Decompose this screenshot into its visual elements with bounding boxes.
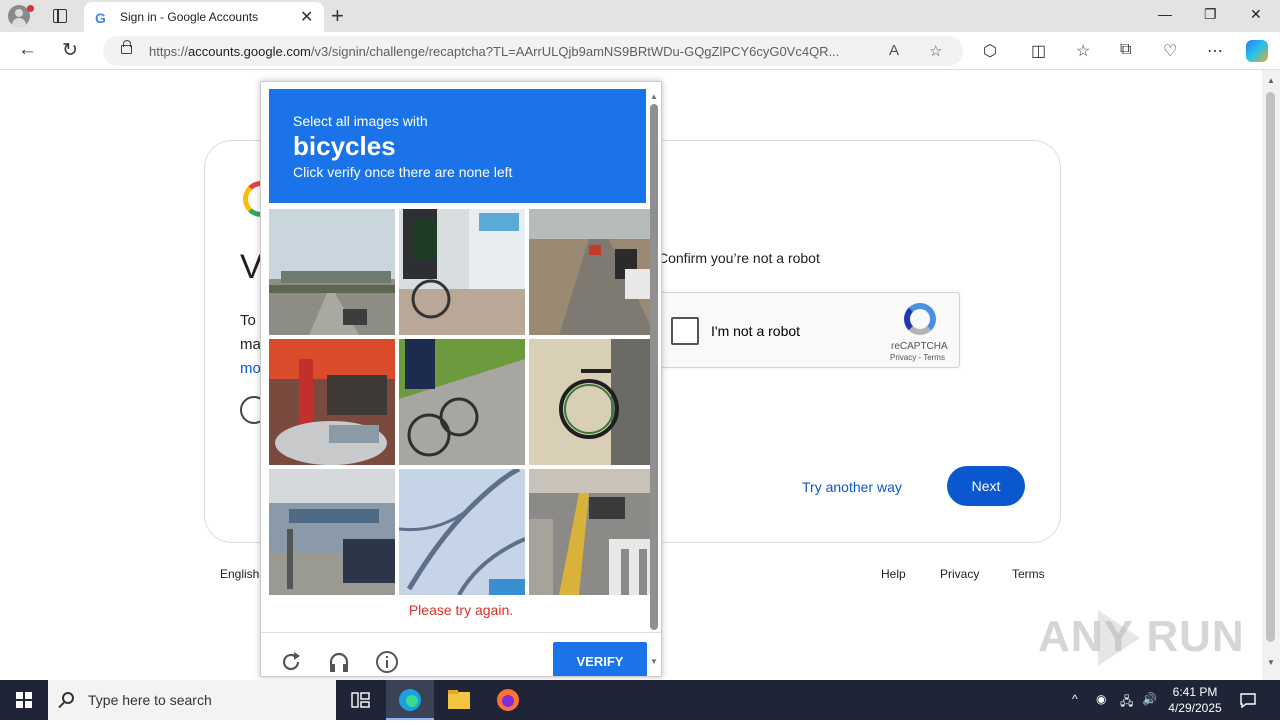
challenge-error-message: Please try again. bbox=[408, 602, 514, 618]
challenge-header: Select all images with bicycles Click ve… bbox=[269, 89, 646, 203]
taskbar: Type here to search ^ ◉ 🖧 🔊 6:41 PM 4/29… bbox=[0, 680, 1280, 720]
reload-challenge-icon[interactable] bbox=[279, 650, 303, 674]
start-button[interactable] bbox=[16, 692, 32, 708]
meet-now-icon[interactable]: ◉ bbox=[1096, 692, 1106, 706]
verify-button[interactable]: VERIFY bbox=[553, 642, 647, 676]
challenge-divider bbox=[261, 632, 661, 633]
help-link[interactable]: Help bbox=[881, 567, 906, 581]
extensions-icon[interactable]: ⬡ bbox=[983, 41, 997, 61]
favorites-icon[interactable]: ☆ bbox=[1076, 41, 1090, 61]
challenge-scrollbar[interactable]: ▲ ▼ bbox=[650, 92, 658, 666]
recaptcha-challenge-dialog: Select all images with bicycles Click ve… bbox=[260, 81, 662, 677]
read-aloud-icon[interactable]: A bbox=[889, 42, 899, 59]
challenge-target: bicycles bbox=[293, 131, 396, 161]
scroll-up-icon[interactable]: ▲ bbox=[1267, 76, 1275, 85]
language-selector[interactable]: English bbox=[220, 567, 259, 581]
next-button[interactable]: Next bbox=[947, 466, 1025, 506]
system-clock[interactable]: 6:41 PM 4/29/2025 bbox=[1160, 684, 1230, 716]
address-bar[interactable]: https://accounts.google.com/v3/signin/ch… bbox=[103, 36, 963, 66]
terms-link[interactable]: Terms bbox=[1012, 567, 1045, 581]
show-hidden-icons[interactable]: ^ bbox=[1072, 692, 1078, 706]
recaptcha-widget: I'm not a robot reCAPTCHA Privacy - Term… bbox=[658, 292, 960, 368]
recaptcha-logo-icon bbox=[904, 303, 936, 335]
recaptcha-label: I'm not a robot bbox=[711, 323, 801, 339]
challenge-scroll-down-icon[interactable]: ▼ bbox=[650, 657, 658, 666]
link-fragment-mo[interactable]: mo bbox=[240, 360, 261, 377]
restore-button[interactable]: ❐ bbox=[1204, 6, 1217, 23]
recaptcha-checkbox[interactable] bbox=[671, 317, 699, 345]
page-scrollbar-thumb[interactable] bbox=[1266, 92, 1275, 642]
task-view-icon[interactable] bbox=[336, 680, 384, 720]
confirm-heading: Confirm you’re not a robot bbox=[658, 250, 820, 266]
tab-strip: G Sign in - Google Accounts ✕ + — ❐ ✕ bbox=[0, 0, 1280, 32]
back-arrow-icon[interactable]: ← bbox=[18, 39, 37, 61]
recaptcha-brand: reCAPTCHA bbox=[891, 341, 948, 352]
browser-essentials-icon[interactable]: ♡ bbox=[1163, 41, 1177, 61]
lock-icon[interactable] bbox=[121, 40, 132, 54]
recaptcha-terms-link[interactable]: Privacy - Terms bbox=[890, 353, 945, 362]
challenge-tile[interactable] bbox=[269, 469, 395, 595]
taskbar-search[interactable]: Type here to search bbox=[48, 680, 336, 720]
challenge-scroll-up-icon[interactable]: ▲ bbox=[650, 92, 658, 101]
clock-time: 6:41 PM bbox=[1172, 685, 1218, 699]
url-text[interactable]: https://accounts.google.com/v3/signin/ch… bbox=[149, 44, 879, 59]
edge-taskbar-icon[interactable] bbox=[386, 680, 434, 720]
page-scrollbar[interactable]: ▲ ▼ bbox=[1262, 70, 1280, 680]
challenge-tile[interactable] bbox=[529, 209, 655, 335]
challenge-tile[interactable] bbox=[399, 469, 525, 595]
search-icon bbox=[62, 692, 74, 704]
volume-icon[interactable]: 🔊 bbox=[1142, 692, 1157, 706]
favorite-star-icon[interactable]: ☆ bbox=[929, 42, 942, 60]
settings-more-icon[interactable]: ⋯ bbox=[1207, 41, 1223, 61]
info-icon[interactable] bbox=[375, 650, 399, 674]
split-screen-icon[interactable]: ◫ bbox=[1031, 41, 1046, 61]
challenge-scrollbar-thumb[interactable] bbox=[650, 104, 658, 630]
network-icon[interactable]: 🖧 bbox=[1120, 692, 1133, 713]
firefox-icon[interactable] bbox=[484, 680, 532, 720]
audio-challenge-icon[interactable] bbox=[327, 650, 351, 674]
copilot-icon[interactable] bbox=[1246, 40, 1268, 62]
google-favicon-icon: G bbox=[95, 10, 106, 26]
challenge-subtext: Click verify once there are none left bbox=[293, 164, 513, 180]
challenge-instruction: Select all images with bbox=[293, 113, 428, 129]
collections-icon[interactable]: ⧉ bbox=[1120, 41, 1131, 59]
tab-close-icon[interactable]: ✕ bbox=[300, 7, 313, 27]
refresh-icon[interactable]: ↻ bbox=[62, 39, 78, 62]
privacy-link[interactable]: Privacy bbox=[940, 567, 979, 581]
text-fragment-ma: ma bbox=[240, 336, 261, 353]
watermark: ANY RUN bbox=[1038, 612, 1245, 661]
tab-sign-in[interactable]: G Sign in - Google Accounts ✕ bbox=[84, 2, 324, 32]
close-window-button[interactable]: ✕ bbox=[1250, 6, 1262, 23]
challenge-tile[interactable] bbox=[399, 339, 525, 465]
browser-toolbar: ← ↻ https://accounts.google.com/v3/signi… bbox=[0, 32, 1280, 70]
challenge-tile[interactable] bbox=[269, 209, 395, 335]
challenge-tile[interactable] bbox=[269, 339, 395, 465]
challenge-tile[interactable] bbox=[399, 209, 525, 335]
tab-actions-icon[interactable] bbox=[53, 9, 67, 23]
challenge-tile[interactable] bbox=[529, 469, 655, 595]
tab-title: Sign in - Google Accounts bbox=[120, 10, 259, 24]
clock-date: 4/29/2025 bbox=[1168, 701, 1222, 715]
try-another-way-link[interactable]: Try another way bbox=[802, 479, 902, 495]
challenge-tile[interactable] bbox=[529, 339, 655, 465]
scroll-down-icon[interactable]: ▼ bbox=[1267, 658, 1275, 667]
minimize-button[interactable]: — bbox=[1158, 6, 1172, 22]
text-fragment-to: To bbox=[240, 312, 256, 329]
search-placeholder: Type here to search bbox=[88, 692, 212, 708]
profile-notification-dot bbox=[27, 5, 34, 12]
notification-icon[interactable] bbox=[1238, 690, 1258, 710]
new-tab-icon[interactable]: + bbox=[331, 3, 344, 29]
file-explorer-icon[interactable] bbox=[435, 680, 483, 720]
